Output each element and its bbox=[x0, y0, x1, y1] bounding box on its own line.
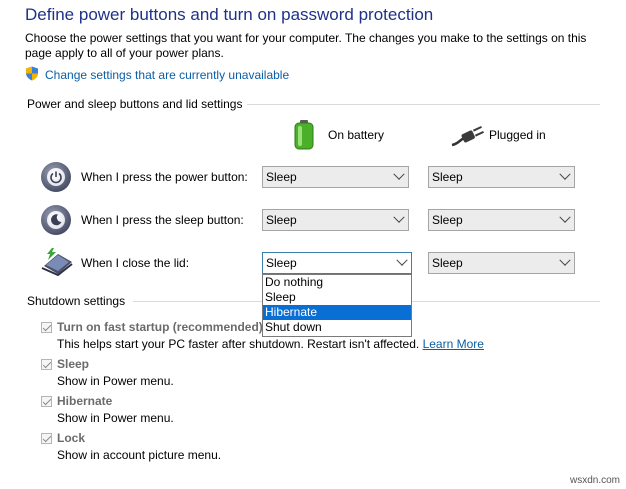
lock-desc: Show in account picture menu. bbox=[57, 448, 222, 462]
select-value: Sleep bbox=[432, 256, 463, 270]
dropdown-option-sleep[interactable]: Sleep bbox=[263, 290, 411, 305]
dropdown-option-hibernate[interactable]: Hibernate bbox=[263, 305, 411, 320]
chevron-down-icon bbox=[393, 211, 405, 223]
power-button-icon bbox=[41, 162, 71, 192]
select-value: Sleep bbox=[432, 213, 463, 227]
sleep-button-icon bbox=[41, 205, 71, 235]
sleep-desc: Show in Power menu. bbox=[57, 374, 174, 388]
dropdown-option-do-nothing[interactable]: Do nothing bbox=[263, 275, 411, 290]
power-section-label: Power and sleep buttons and lid settings bbox=[27, 97, 243, 111]
plug-icon bbox=[450, 125, 484, 152]
close-lid-battery-select[interactable]: Sleep bbox=[262, 252, 412, 274]
power-button-row-label: When I press the power button: bbox=[81, 170, 248, 184]
select-value: Sleep bbox=[266, 170, 297, 184]
close-lid-dropdown-list: Do nothing Sleep Hibernate Shut down bbox=[262, 274, 412, 337]
select-value: Sleep bbox=[266, 256, 297, 270]
uac-shield-icon bbox=[25, 66, 39, 84]
chevron-down-icon bbox=[559, 211, 571, 223]
power-button-battery-select[interactable]: Sleep bbox=[262, 166, 409, 188]
page-title: Define power buttons and turn on passwor… bbox=[25, 5, 434, 24]
chevron-down-icon bbox=[393, 168, 405, 180]
close-lid-plugged-select[interactable]: Sleep bbox=[428, 252, 575, 274]
fast-startup-desc: This helps start your PC faster after sh… bbox=[57, 337, 484, 351]
sleep-checkbox[interactable] bbox=[41, 359, 52, 370]
col-plugged-label: Plugged in bbox=[489, 128, 546, 142]
fast-startup-desc-text: This helps start your PC faster after sh… bbox=[57, 337, 420, 351]
power-section-divider bbox=[247, 104, 600, 105]
fast-startup-label: Turn on fast startup (recommended) bbox=[57, 320, 263, 334]
hibernate-checkbox[interactable] bbox=[41, 396, 52, 407]
dropdown-option-shut-down[interactable]: Shut down bbox=[263, 320, 411, 335]
change-settings-label: Change settings that are currently unava… bbox=[45, 68, 290, 82]
change-settings-link[interactable]: Change settings that are currently unava… bbox=[25, 66, 289, 84]
learn-more-link[interactable]: Learn More bbox=[423, 337, 484, 351]
power-button-plugged-select[interactable]: Sleep bbox=[428, 166, 575, 188]
select-value: Sleep bbox=[432, 170, 463, 184]
lock-label: Lock bbox=[57, 431, 86, 445]
sleep-button-plugged-select[interactable]: Sleep bbox=[428, 209, 575, 231]
sleep-label: Sleep bbox=[57, 357, 90, 371]
chevron-down-icon bbox=[559, 168, 571, 180]
close-lid-row-label: When I close the lid: bbox=[81, 256, 190, 270]
fast-startup-checkbox[interactable] bbox=[41, 322, 52, 333]
chevron-down-icon bbox=[559, 254, 571, 266]
sleep-button-row-label: When I press the sleep button: bbox=[81, 213, 244, 227]
watermark: wsxdn.com bbox=[569, 475, 620, 486]
select-value: Sleep bbox=[266, 213, 297, 227]
shutdown-section-label: Shutdown settings bbox=[27, 294, 126, 308]
chevron-down-icon bbox=[396, 254, 408, 266]
col-battery-label: On battery bbox=[328, 128, 385, 142]
hibernate-desc: Show in Power menu. bbox=[57, 411, 174, 425]
battery-icon bbox=[293, 120, 315, 155]
sleep-button-battery-select[interactable]: Sleep bbox=[262, 209, 409, 231]
hibernate-label: Hibernate bbox=[57, 394, 113, 408]
page-description: Choose the power settings that you want … bbox=[25, 31, 587, 60]
lock-checkbox[interactable] bbox=[41, 433, 52, 444]
laptop-lid-icon bbox=[38, 246, 74, 281]
